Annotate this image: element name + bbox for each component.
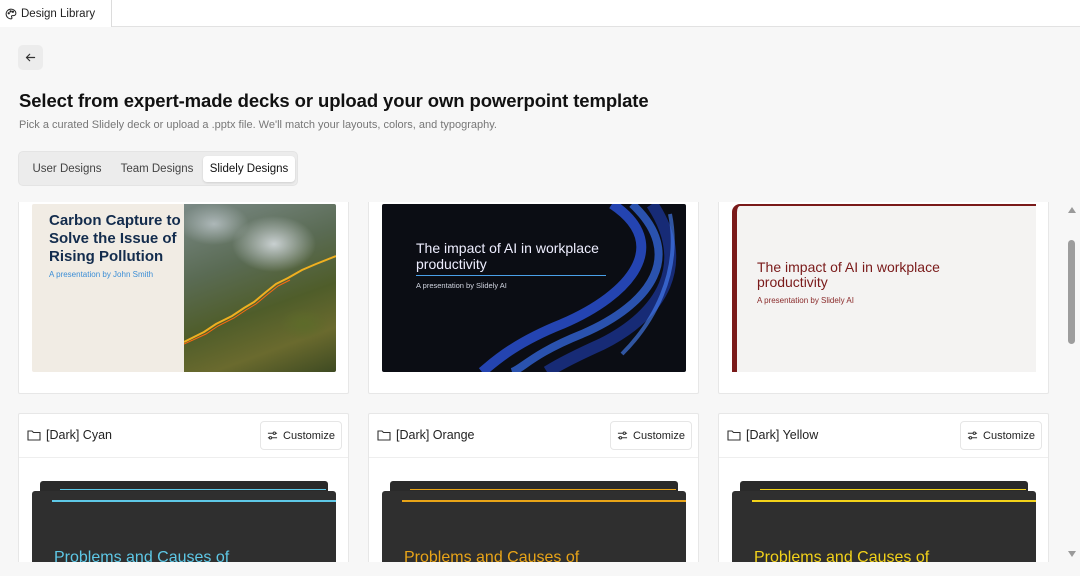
design-preview: Problems and Causes of bbox=[732, 491, 1036, 562]
preview-title: The impact of AI in workplace productivi… bbox=[416, 240, 599, 272]
preview-title: Problems and Causes of bbox=[54, 549, 230, 562]
sliders-icon bbox=[267, 431, 278, 440]
customize-label: Customize bbox=[983, 429, 1035, 442]
back-button[interactable] bbox=[18, 45, 43, 70]
design-preview: Carbon Capture to Solve the Issue of Ris… bbox=[32, 204, 336, 372]
scroll-up-arrow-icon[interactable] bbox=[1068, 207, 1076, 213]
card-header: [Dark] Orange Customize bbox=[369, 414, 698, 458]
design-card[interactable]: The impact of AI in workplace productivi… bbox=[718, 202, 1049, 394]
fire-line-graphic bbox=[184, 255, 336, 345]
customize-button[interactable]: Customize bbox=[610, 421, 692, 450]
design-card-dark-yellow[interactable]: [Dark] Yellow Customize Problems and Cau… bbox=[718, 413, 1049, 562]
customize-button[interactable]: Customize bbox=[260, 421, 342, 450]
folder-icon bbox=[727, 430, 741, 441]
accent-line bbox=[52, 500, 336, 502]
card-header: [Dark] Yellow Customize bbox=[719, 414, 1048, 458]
preview-byline: A presentation by Slidely AI bbox=[416, 281, 507, 290]
tab-slidely-designs[interactable]: Slidely Designs bbox=[203, 156, 295, 182]
sliders-icon bbox=[617, 431, 628, 440]
design-card-dark-cyan[interactable]: [Dark] Cyan Customize Problems and Cause… bbox=[18, 413, 349, 562]
customize-label: Customize bbox=[633, 429, 685, 442]
design-preview: The impact of AI in workplace productivi… bbox=[382, 204, 686, 372]
tab-team-designs[interactable]: Team Designs bbox=[113, 156, 201, 182]
design-library-tab-label: Design Library bbox=[21, 7, 96, 20]
vertical-scrollbar[interactable] bbox=[1064, 202, 1080, 562]
card-header: [Dark] Cyan Customize bbox=[19, 414, 348, 458]
folder-icon bbox=[377, 430, 391, 441]
design-name: [Dark] Orange bbox=[396, 428, 475, 442]
preview-rule bbox=[416, 275, 606, 276]
design-card[interactable]: The impact of AI in workplace productivi… bbox=[368, 202, 699, 394]
page-title: Select from expert-made decks or upload … bbox=[19, 90, 649, 111]
design-preview: Problems and Causes of bbox=[382, 491, 686, 562]
design-name: [Dark] Yellow bbox=[746, 428, 819, 442]
forest-fire-image bbox=[184, 204, 336, 372]
design-card[interactable]: Carbon Capture to Solve the Issue of Ris… bbox=[18, 202, 349, 394]
arrow-left-icon bbox=[25, 53, 36, 62]
design-card-dark-orange[interactable]: [Dark] Orange Customize Problems and Cau… bbox=[368, 413, 699, 562]
preview-title: Problems and Causes of bbox=[404, 549, 580, 562]
app-tab-strip: Design Library bbox=[0, 0, 1080, 27]
customize-button[interactable]: Customize bbox=[960, 421, 1042, 450]
preview-title: Carbon Capture to Solve the Issue of Ris… bbox=[49, 212, 181, 265]
scrollbar-thumb[interactable] bbox=[1068, 240, 1075, 344]
page-subtitle: Pick a curated Slidely deck or upload a … bbox=[19, 119, 497, 131]
preview-byline: A presentation by Slidely AI bbox=[757, 296, 854, 305]
design-preview: The impact of AI in workplace productivi… bbox=[732, 204, 1036, 372]
design-library-tab[interactable]: Design Library bbox=[0, 0, 112, 27]
folder-icon bbox=[27, 430, 41, 441]
design-name: [Dark] Cyan bbox=[46, 428, 112, 442]
customize-label: Customize bbox=[283, 429, 335, 442]
tab-user-designs[interactable]: User Designs bbox=[23, 156, 111, 182]
accent-line bbox=[752, 500, 1036, 502]
sliders-icon bbox=[967, 431, 978, 440]
accent-line bbox=[402, 500, 686, 502]
design-preview: Problems and Causes of bbox=[32, 491, 336, 562]
preview-title: Problems and Causes of bbox=[754, 549, 930, 562]
scroll-down-arrow-icon[interactable] bbox=[1068, 551, 1076, 557]
palette-icon bbox=[5, 8, 17, 19]
design-source-tabs: User Designs Team Designs Slidely Design… bbox=[18, 151, 298, 186]
preview-title: The impact of AI in workplace productivi… bbox=[757, 259, 940, 290]
preview-byline: A presentation by John Smith bbox=[49, 270, 154, 279]
design-grid: Carbon Capture to Solve the Issue of Ris… bbox=[0, 202, 1080, 562]
